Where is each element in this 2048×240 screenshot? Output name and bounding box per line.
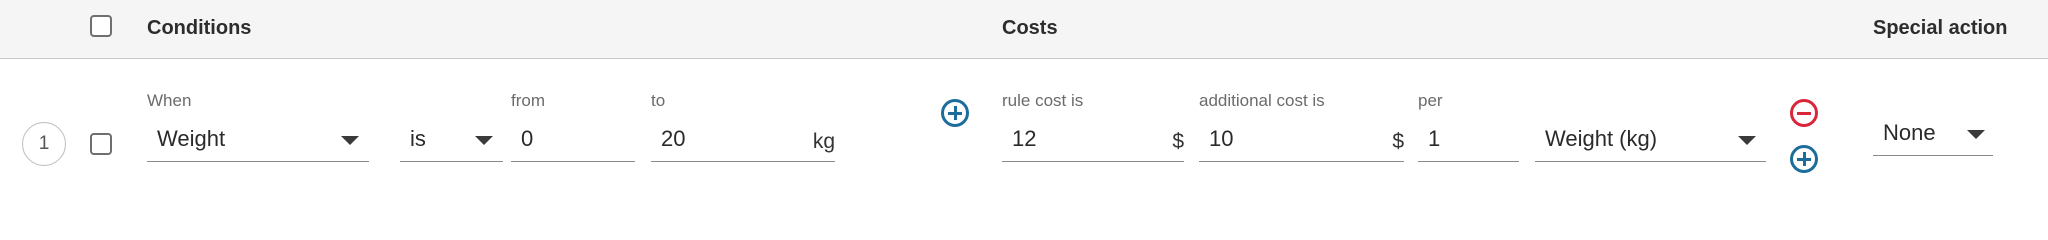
- add-condition-icon[interactable]: [941, 99, 969, 127]
- to-input[interactable]: 20 kg: [651, 118, 835, 162]
- per-input[interactable]: 1: [1418, 118, 1519, 162]
- to-value: 20: [661, 126, 686, 151]
- special-action-value: None: [1883, 120, 1936, 145]
- per-unit-value: Weight (kg): [1545, 126, 1658, 151]
- table-header: Conditions Costs Special action: [0, 0, 2048, 59]
- chevron-down-icon: [1738, 136, 1756, 145]
- when-label: When: [147, 91, 192, 110]
- operator-select[interactable]: is: [400, 118, 503, 162]
- from-input[interactable]: 0: [511, 118, 635, 162]
- costs-header: Costs: [1002, 17, 1058, 39]
- rule-cost-currency: $: [1172, 130, 1184, 153]
- special-action-select[interactable]: None: [1873, 112, 1993, 156]
- add-row-icon[interactable]: [1790, 145, 1818, 173]
- row-number: 1: [22, 122, 66, 166]
- chevron-down-icon: [1967, 130, 1985, 139]
- condition-type-select[interactable]: Weight: [147, 118, 369, 162]
- operator-value: is: [410, 126, 426, 151]
- additional-cost-label: additional cost is: [1199, 91, 1325, 110]
- chevron-down-icon: [475, 136, 493, 145]
- select-all-checkbox[interactable]: [90, 15, 112, 37]
- remove-row-icon[interactable]: [1790, 99, 1818, 127]
- additional-cost-input[interactable]: 10 $: [1199, 118, 1404, 162]
- row-checkbox[interactable]: [90, 133, 112, 155]
- rule-cost-label: rule cost is: [1002, 91, 1084, 110]
- from-label: from: [511, 91, 545, 110]
- to-label: to: [651, 91, 666, 110]
- rule-cost-value: 12: [1012, 126, 1037, 151]
- special-action-header: Special action: [1873, 17, 2008, 39]
- rule-cost-input[interactable]: 12 $: [1002, 118, 1184, 162]
- per-label: per: [1418, 91, 1443, 110]
- from-value: 0: [521, 126, 534, 151]
- per-value: 1: [1428, 126, 1441, 151]
- conditions-header: Conditions: [147, 17, 252, 39]
- additional-cost-currency: $: [1392, 130, 1404, 153]
- chevron-down-icon: [341, 136, 359, 145]
- condition-type-value: Weight: [157, 126, 226, 151]
- additional-cost-value: 10: [1209, 126, 1234, 151]
- per-unit-select[interactable]: Weight (kg): [1535, 118, 1766, 162]
- unit-suffix: kg: [812, 130, 835, 153]
